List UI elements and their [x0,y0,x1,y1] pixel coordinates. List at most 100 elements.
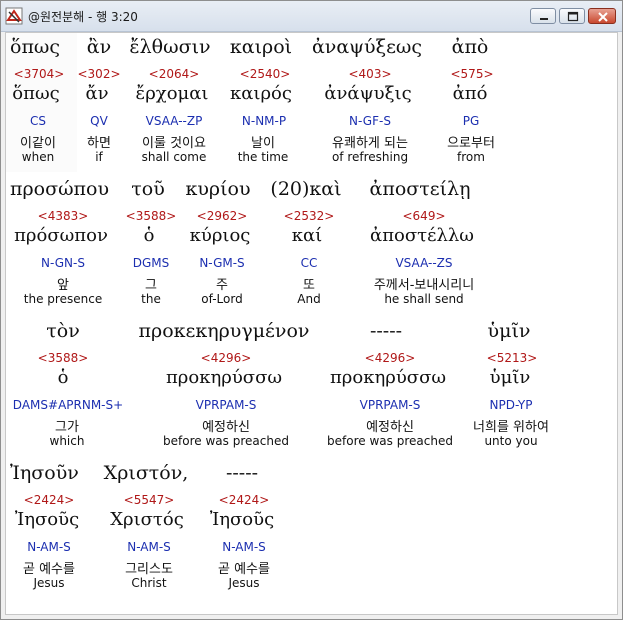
english-gloss: before was preached [163,434,289,448]
korean-gloss: 으로부터 [447,136,495,151]
english-gloss: which [49,434,85,448]
strong-number[interactable]: <4296> [201,351,252,365]
lemma: Χριστός [110,509,184,530]
greek-word[interactable]: ἔλθωσιν [129,36,210,58]
parsing-code[interactable]: VSAA--ZS [395,256,452,270]
greek-word[interactable]: τὸν [46,320,80,342]
parsing-code[interactable]: DGMS [133,256,170,270]
lemma: προκηρύσσω [329,367,447,388]
strong-number[interactable]: <2424> [219,493,270,507]
greek-word[interactable]: ἂν [87,36,111,58]
strong-number[interactable]: <4383> [38,209,89,223]
lemma: κύριος [189,225,251,246]
greek-word[interactable]: ἀποστείλῃ [370,178,471,200]
parsing-code[interactable]: N-GM-S [199,256,244,270]
strong-number[interactable]: <3588> [126,209,177,223]
korean-gloss: 그 [145,278,157,293]
english-gloss: Jesus [228,576,260,590]
english-gloss: of-Lord [201,292,243,306]
english-gloss: before was preached [327,434,453,448]
strong-number[interactable]: <302> [77,67,120,81]
app-logo-icon[interactable] [5,7,23,25]
strong-number[interactable]: <2424> [24,493,75,507]
app-window: @원전분해 - 행 3:20 ὅπως ἂν ἔλθωσιν καιροὶ ἀν… [0,0,623,620]
lemma: ἄν [85,83,109,104]
greek-word[interactable]: προκεκηρυγμένον [139,320,310,342]
greek-word[interactable]: ὑμῖν [488,320,531,342]
lemma: ἔρχομαι [135,83,209,104]
greek-word[interactable]: προσώπου [10,178,109,200]
greek-word[interactable]: (20)καὶ [270,178,341,200]
close-button[interactable] [588,8,616,24]
parsing-code[interactable]: N-GN-S [41,256,85,270]
greek-word[interactable]: τοῦ [131,178,165,200]
parsing-code[interactable]: VPRPAM-S [196,398,257,412]
parsing-code[interactable]: VPRPAM-S [360,398,421,412]
korean-gloss: 그가 [55,420,79,435]
korean-gloss: 예정하신 [202,420,250,435]
strong-number[interactable]: <4296> [365,351,416,365]
strong-number[interactable]: <5213> [487,351,538,365]
english-gloss: And [297,292,321,306]
parsing-code[interactable]: N-NM-P [242,114,286,128]
strong-number[interactable]: <2540> [240,67,291,81]
english-gloss: he shall send [384,292,464,306]
strong-number[interactable]: <2064> [149,67,200,81]
maximize-button[interactable] [559,8,585,24]
strong-number[interactable]: <3704> [14,67,65,81]
lemma: καιρός [230,83,292,104]
strong-number[interactable]: <575> [450,67,493,81]
parsing-code[interactable]: N-AM-S [222,540,266,554]
lemma: ἀνάψυξις [324,83,412,104]
korean-gloss: 주께서-보내시리니 [373,278,475,293]
greek-word[interactable]: ----- [226,462,258,484]
korean-gloss: 곧 예수를 [23,562,75,577]
korean-gloss: 곧 예수를 [218,562,270,577]
greek-word[interactable]: Χριστόν, [104,462,189,484]
lemma: Ἰησοῦς [209,509,275,530]
english-gloss: unto you [484,434,538,448]
strong-number[interactable]: <3588> [38,351,89,365]
strong-number[interactable]: <5547> [124,493,175,507]
parsing-code[interactable]: CS [30,114,46,128]
parsing-code[interactable]: PG [463,114,480,128]
lemma: ἀπό [452,83,488,104]
parsing-code[interactable]: N-GF-S [349,114,391,128]
korean-gloss: 예정하신 [366,420,414,435]
parsing-code[interactable]: N-AM-S [27,540,71,554]
title-bar[interactable]: @원전분해 - 행 3:20 [1,1,622,32]
greek-word[interactable]: κυρίου [185,178,250,200]
strong-number[interactable]: <2532> [284,209,335,223]
minimize-button[interactable] [530,8,556,24]
greek-word[interactable]: καιροὶ [230,36,292,58]
parsing-code[interactable]: CC [301,256,318,270]
korean-gloss: 주 [216,278,228,293]
lemma: Ἰησοῦς [14,509,80,530]
korean-gloss: 너희를 위하여 [473,420,549,435]
window-title: @원전분해 - 행 3:20 [28,10,138,24]
lemma: προκηρύσσω [165,367,283,388]
greek-word[interactable]: ὅπως [10,36,60,58]
korean-gloss: 앞 [57,278,69,293]
strong-number[interactable]: <2962> [197,209,248,223]
english-gloss: the time [237,150,289,164]
parsing-code[interactable]: DAMS#APRNM-S+ [13,398,123,412]
strong-number[interactable]: <649> [402,209,445,223]
lemma: ὑμῖν [489,367,531,388]
greek-word[interactable]: Ἰησοῦν [10,462,79,484]
parsing-code[interactable]: QV [90,114,108,128]
parsing-code[interactable]: NPD-YP [490,398,533,412]
parsing-code[interactable]: VSAA--ZP [146,114,203,128]
greek-word[interactable]: ἀπὸ [452,36,489,58]
greek-word[interactable]: ἀναψύξεως [312,36,422,58]
english-gloss: when [21,150,55,164]
interlinear-panel[interactable]: ὅπως ἂν ἔλθωσιν καιροὶ ἀναψύξεως ἀπὸ <37… [5,32,618,615]
strong-number[interactable]: <403> [348,67,391,81]
korean-gloss: 또 [303,278,315,293]
english-gloss: the [141,292,161,306]
greek-word[interactable]: ----- [370,320,402,342]
parsing-code[interactable]: N-AM-S [127,540,171,554]
english-gloss: Jesus [33,576,65,590]
korean-gloss: 유쾌하게 되는 [332,136,408,151]
korean-gloss: 이룰 것이요 [142,136,206,151]
